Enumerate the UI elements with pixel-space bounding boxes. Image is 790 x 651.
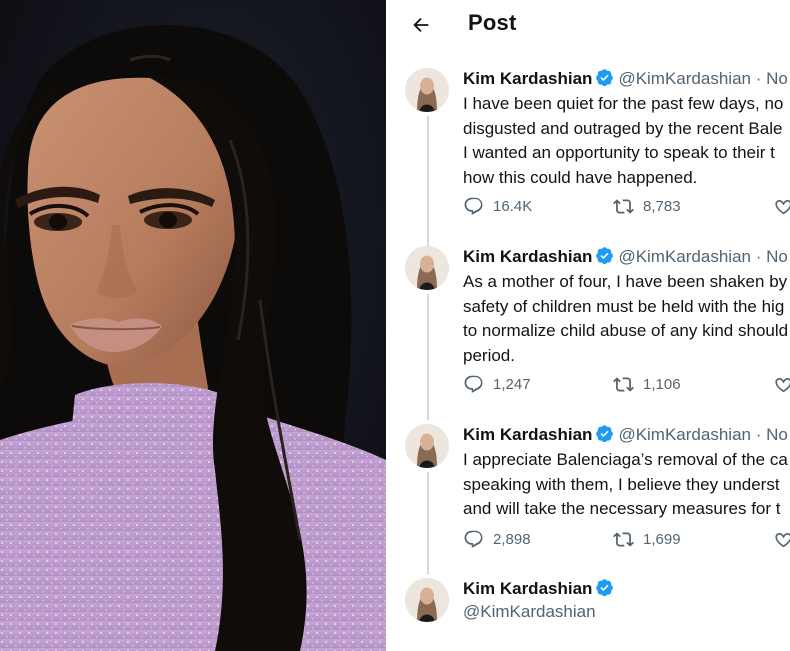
back-arrow-icon <box>413 17 429 33</box>
verified-badge-icon <box>595 68 614 93</box>
avatar[interactable] <box>405 578 449 622</box>
verified-badge-icon <box>595 424 614 449</box>
reply-button[interactable]: 2,898 <box>463 529 531 550</box>
tweet-text-line: disgusted and outraged by the recent Bal… <box>463 118 783 138</box>
post-header: Post <box>398 0 790 50</box>
tweet-text: As a mother of four, I have been shaken … <box>463 270 790 368</box>
author-name[interactable]: Kim Kardashian <box>463 69 592 88</box>
author-handle[interactable]: @KimKardashian <box>618 425 751 444</box>
tweet-date[interactable]: No <box>766 425 788 444</box>
reply-icon <box>464 197 483 215</box>
repost-icon <box>613 377 634 392</box>
reply-count: 2,898 <box>493 531 531 548</box>
repost-button[interactable]: 1,699 <box>613 529 681 550</box>
reply-icon <box>464 375 483 393</box>
tweet-text-line: how this could have happened. <box>463 167 698 187</box>
avatar[interactable] <box>405 68 449 112</box>
tweet-text: I appreciate Balenciaga’s removal of the… <box>463 448 790 522</box>
reply-icon <box>464 530 483 548</box>
back-button[interactable] <box>406 10 436 40</box>
repost-icon <box>613 199 634 214</box>
avatar-image <box>405 68 449 112</box>
thread-connector <box>427 116 429 246</box>
separator-dot: · <box>750 247 767 266</box>
panel-divider <box>386 0 398 651</box>
repost-button[interactable]: 8,783 <box>613 196 681 217</box>
tweet-text-line: period. <box>463 345 515 365</box>
repost-button[interactable]: 1,106 <box>613 374 681 395</box>
repost-count: 1,106 <box>643 376 681 393</box>
verified-badge-icon <box>595 578 614 603</box>
verified-badge-icon <box>595 246 614 271</box>
separator-dot: · <box>750 425 767 444</box>
like-button[interactable] <box>773 529 790 550</box>
author-name[interactable]: Kim Kardashian <box>463 247 592 266</box>
thread-connector <box>427 472 429 574</box>
like-icon <box>775 377 790 393</box>
tweet-date[interactable]: No <box>766 247 788 266</box>
tweet-actions: 2,898 1,699 <box>463 529 790 553</box>
avatar-image <box>405 246 449 290</box>
repost-icon <box>613 532 634 547</box>
separator-dot: · <box>750 69 767 88</box>
reply-button[interactable]: 16.4K <box>463 196 532 217</box>
avatar[interactable] <box>405 424 449 468</box>
tweet-author-row: Kim Kardashian @KimKardashian · No <box>463 68 788 93</box>
tweet-text-line: and will take the necessary measures for… <box>463 499 781 518</box>
author-handle[interactable]: @KimKardashian <box>463 602 596 622</box>
tweet-actions: 1,247 1,106 <box>463 374 790 398</box>
tweet-text-line: speaking with them, I believe they under… <box>463 474 780 494</box>
tweet-text: I have been quiet for the past few days,… <box>463 92 790 190</box>
avatar-image <box>405 578 449 622</box>
reply-count: 1,247 <box>493 376 531 393</box>
tweet-date[interactable]: No <box>766 69 788 88</box>
thread-connector <box>427 294 429 420</box>
tweet-text-line: As a mother of four, I have been shaken … <box>463 272 788 291</box>
like-icon <box>775 532 790 548</box>
celebrity-photo <box>0 0 386 651</box>
repost-count: 1,699 <box>643 531 681 548</box>
tweet-author-row: Kim Kardashian <box>463 578 616 603</box>
author-handle[interactable]: @KimKardashian <box>618 247 751 266</box>
like-button[interactable] <box>773 196 790 217</box>
author-name[interactable]: Kim Kardashian <box>463 425 592 444</box>
tweet-author-row: Kim Kardashian @KimKardashian · No <box>463 424 788 449</box>
tweet-text-line: I wanted an opportunity to speak to thei… <box>463 143 775 162</box>
tweet-text-line: safety of children must be held with the… <box>463 296 785 316</box>
avatar-image <box>405 424 449 468</box>
page-title: Post <box>468 10 517 35</box>
like-icon <box>775 199 790 215</box>
author-handle[interactable]: @KimKardashian <box>618 69 751 88</box>
tweet-author-row: Kim Kardashian @KimKardashian · No <box>463 246 788 271</box>
portrait-image <box>0 0 386 651</box>
tweet-text-line: I appreciate Balenciaga’s removal of the… <box>463 450 788 469</box>
tweet-text-line: I have been quiet for the past few days,… <box>463 94 784 113</box>
thread-panel: Post Kim Kardashian @KimKardashian · No I… <box>398 0 790 651</box>
avatar[interactable] <box>405 246 449 290</box>
tweet-text-line: to normalize child abuse of any kind sho… <box>463 321 789 340</box>
tweet-actions: 16.4K 8,783 <box>463 196 790 220</box>
like-button[interactable] <box>773 374 790 395</box>
reply-button[interactable]: 1,247 <box>463 374 531 395</box>
reply-count: 16.4K <box>493 198 533 215</box>
repost-count: 8,783 <box>643 198 681 215</box>
author-name[interactable]: Kim Kardashian <box>463 579 592 598</box>
